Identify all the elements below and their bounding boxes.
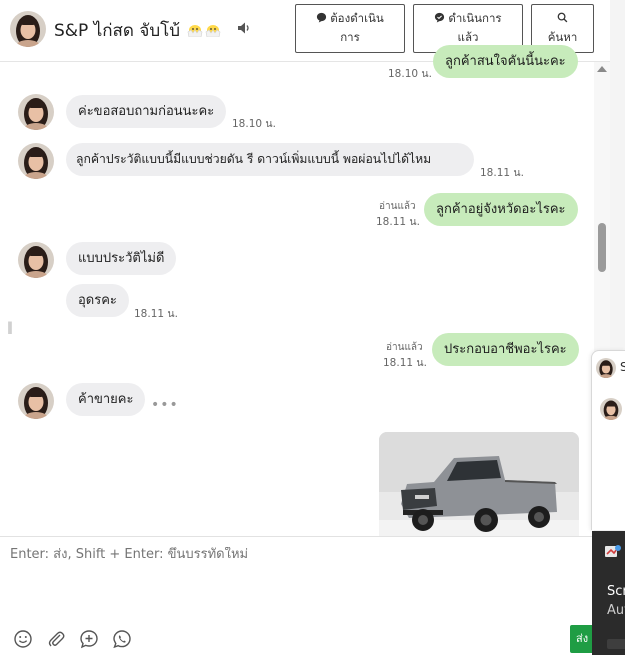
message-time: 18.10 น. [232,118,276,130]
message-time: 18.11 น. [480,167,524,179]
panel-resize-handle[interactable]: ‖ [7,320,13,334]
contact-name-text: S&P ไก่สด จับโบ้ [54,21,181,41]
hatching-chick-emoji-icon [206,25,221,37]
floating-chat-panel[interactable]: S [591,350,625,530]
screenshot-notification-toast[interactable]: Scr Aut [592,531,625,655]
toast-subtitle: Aut [607,603,625,618]
search-icon [557,12,568,23]
todo-label-line1: ต้องดำเนิน [330,11,384,25]
contact-avatar[interactable] [18,242,54,278]
contact-name: S&P ไก่สด จับโบ้ [54,17,221,44]
speaker-icon[interactable] [236,20,252,36]
read-receipt: อ่านแล้ว [379,201,416,212]
message-bubble-incoming[interactable]: แบบประวัติไม่ดี [66,242,177,275]
chat-bubble-icon [317,12,327,23]
contact-avatar[interactable] [18,383,54,419]
contact-avatar[interactable] [18,143,54,179]
add-message-icon[interactable] [79,629,99,649]
message-time: 18.11 น. [376,216,420,228]
message-bubble-incoming[interactable]: ลูกค้าประวัติแบบนี้มีแบบช่วยดัน รี ดาวน์… [66,143,474,176]
image-message-truck[interactable] [379,432,579,536]
message-bubble-outgoing[interactable]: ลูกค้าสนใจคันนี้นะคะ [433,45,578,78]
contact-avatar[interactable] [600,398,622,420]
scrollbar-thumb[interactable] [598,223,606,272]
send-button[interactable]: ส่ง [570,625,594,653]
whatsapp-icon[interactable] [112,629,132,649]
snipping-tool-icon [605,545,621,557]
chat-check-icon [435,12,445,23]
message-time: 18.10 น. [388,68,432,80]
todo-button[interactable]: ต้องดำเนิน การ [295,4,405,53]
message-bubble-incoming[interactable]: ค่ะขอสอบถามก่อนนะคะ [66,95,227,128]
toast-title: Scr [607,584,625,599]
message-bubble-outgoing[interactable]: ลูกค้าอยู่จังหวัดอะไรคะ [424,193,578,226]
panel-contact-initial: S [620,360,625,374]
message-input[interactable] [10,547,570,562]
contact-avatar[interactable] [18,94,54,130]
emoji-icon[interactable] [13,629,33,649]
message-bubble-outgoing[interactable]: ประกอบอาชีพอะไรคะ [432,333,579,366]
message-time: 18.11 น. [383,357,427,369]
toast-action[interactable] [607,639,625,649]
truck-photo [379,432,579,536]
contact-avatar[interactable] [10,11,46,47]
message-composer [0,536,592,655]
more-options-icon[interactable]: ••• [151,397,179,413]
message-bubble-incoming[interactable]: อุดรคะ [66,284,129,317]
message-bubble-incoming[interactable]: ค้าขายคะ [66,383,146,416]
todo-label-line2: การ [340,30,360,44]
scroll-up-arrow-icon[interactable] [597,66,607,72]
attach-icon[interactable] [46,629,66,649]
hatching-chick-emoji-icon [188,25,203,37]
contact-avatar[interactable] [596,358,616,378]
read-receipt: อ่านแล้ว [386,342,423,353]
message-time: 18.11 น. [134,308,178,320]
done-label-line1: ดำเนินการ [448,11,502,25]
